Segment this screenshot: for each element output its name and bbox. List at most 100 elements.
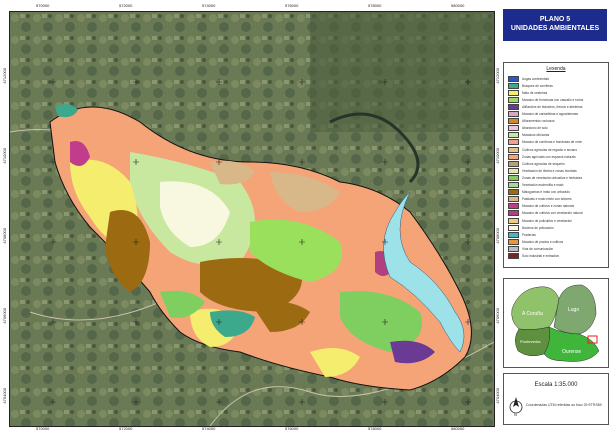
svg-text:N: N bbox=[514, 412, 517, 417]
legend-swatch bbox=[508, 125, 519, 132]
plan-number: PLANO 5 bbox=[539, 16, 571, 23]
tick-label-bottom: 576000 bbox=[285, 426, 299, 431]
legend-swatch bbox=[508, 146, 519, 153]
tick-label-top: 570000 bbox=[36, 3, 50, 8]
legend-swatch bbox=[508, 103, 519, 110]
legend-title: Lexenda bbox=[546, 66, 566, 72]
legend-label: Matogueiras e mato con arborado bbox=[522, 190, 570, 195]
legend-label: Mosaico de cultivos e zonas naturais bbox=[522, 204, 575, 209]
legend-swatch bbox=[508, 189, 519, 196]
legend-label: Zonas de vexetación arbustiva e herbácea bbox=[522, 175, 583, 180]
legend-item: Cultivos agrícolas de sequeiro bbox=[508, 160, 565, 167]
legend-label: Pastizais e mato mixto con árbores bbox=[522, 197, 572, 202]
legend-label: Bosques de coníferas bbox=[522, 83, 553, 88]
legend-swatch bbox=[508, 245, 519, 252]
legend-swatch bbox=[508, 111, 519, 117]
legend-item: Mosaico de cultivos con vexetación natur… bbox=[508, 210, 583, 217]
tick-label-bottom: 574000 bbox=[202, 426, 216, 431]
legend-label: Mosaicos silvícolas bbox=[522, 133, 550, 138]
legend-item: Solo industrial e extractivo bbox=[508, 253, 560, 259]
legend-label: Vexetación esclerófila e mato bbox=[522, 183, 564, 187]
legend-swatch bbox=[508, 118, 519, 125]
map-frame[interactable] bbox=[9, 11, 495, 427]
legend-item: Vexetación esclerófila e mato bbox=[508, 182, 564, 188]
scale-label: Escala 1:35.000 bbox=[534, 382, 578, 388]
tick-label-left: 4708000 bbox=[2, 228, 7, 244]
legend-item: Abandono de solo bbox=[508, 125, 548, 132]
legend-label: Mosaico de prados e cultivos bbox=[522, 239, 564, 244]
legend-item: Zonas de vexetación arbustiva e herbácea bbox=[508, 174, 583, 181]
legend-swatch bbox=[508, 167, 519, 174]
legend-item: Pastizais e mato mixto con árbores bbox=[508, 196, 572, 203]
tick-label-right: 4708000 bbox=[495, 228, 500, 244]
north-arrow-icon: N bbox=[509, 397, 523, 417]
tick-label-right: 4712000 bbox=[495, 68, 500, 84]
legend-swatch bbox=[508, 210, 519, 217]
legend-swatch bbox=[508, 217, 519, 224]
legend-label: Cultivos agrícolas de regadío e secano bbox=[522, 147, 578, 152]
legend-swatch bbox=[508, 238, 519, 245]
legend-swatch bbox=[508, 132, 519, 139]
legend-item: Mosaico de prados e cultivos bbox=[508, 238, 564, 245]
legend-swatch bbox=[508, 182, 519, 188]
legend-label: Cultivos agrícolas de sequeiro bbox=[522, 161, 565, 166]
legend-swatch bbox=[508, 224, 519, 231]
tick-label-left: 4712000 bbox=[2, 68, 7, 84]
legend-swatch bbox=[508, 153, 519, 160]
region-a-coruna bbox=[511, 286, 560, 330]
legend-swatch bbox=[508, 75, 519, 82]
locator-svg: A Coruña Lugo Pontevedra Ourense bbox=[511, 284, 600, 362]
legend-label: Solo industrial e extractivo bbox=[522, 254, 560, 258]
plan-title: PLANO 5 UNIDADES AMBIENTALES bbox=[503, 9, 607, 41]
tick-label-left: 4704000 bbox=[2, 388, 7, 404]
tick-label-right: 4704000 bbox=[495, 388, 500, 404]
legend-label: Vías de comunicación bbox=[522, 246, 554, 251]
legend-item: Bosques de coníferas bbox=[508, 82, 553, 89]
legend-item: Mosaicos silvícolas bbox=[508, 132, 550, 139]
tick-label-top: 572000 bbox=[119, 3, 133, 8]
legend-swatch bbox=[508, 160, 519, 167]
legend-label: Zonas agrícolas con espazos naturais bbox=[522, 154, 576, 159]
legend-item: Afloramentos rochosos bbox=[508, 118, 555, 125]
legend-item: Praderías bbox=[508, 231, 536, 238]
legend-item: Aliñacións de bidueiros, freixos e abele… bbox=[508, 103, 582, 110]
legend-swatch bbox=[508, 174, 519, 181]
tick-label-top: 580000 bbox=[451, 3, 465, 8]
legend-item: Cultivos agrícolas de regadío e secano bbox=[508, 146, 578, 153]
plan-subtitle: UNIDADES AMBIENTALES bbox=[510, 25, 600, 32]
tick-label-top: 576000 bbox=[285, 3, 299, 8]
tick-label-bottom: 570000 bbox=[36, 426, 50, 431]
legend-label: Vexetación de ribeira e zonas húmidas bbox=[522, 168, 577, 173]
tick-label-bottom: 578000 bbox=[368, 426, 382, 431]
tick-label-bottom: 580000 bbox=[451, 426, 465, 431]
legend-label: Augas continentais bbox=[522, 76, 549, 81]
legend-panel: Lexenda Augas continentais Bosques de con… bbox=[503, 62, 609, 268]
dark-forest-area bbox=[310, 12, 494, 132]
legend-swatch bbox=[508, 203, 519, 210]
legend-item: Matogueiras e mato con arborado bbox=[508, 189, 570, 196]
legend-item: Mosaico de policultivo e vexetación bbox=[508, 217, 572, 224]
legend-swatch bbox=[508, 89, 519, 96]
legend-item: Mato de xesteiras bbox=[508, 89, 548, 96]
legend-item: Vías de comunicación bbox=[508, 245, 554, 252]
legend-label: Mosaico de policultivo e vexetación bbox=[522, 218, 572, 223]
legend-swatch bbox=[508, 96, 519, 103]
legend-swatch bbox=[508, 231, 519, 238]
locator-map: A Coruña Lugo Pontevedra Ourense bbox=[503, 278, 609, 368]
tick-label-top: 578000 bbox=[368, 3, 382, 8]
legend-label: Abandono de solo bbox=[522, 126, 548, 131]
label-a-coruna: A Coruña bbox=[522, 311, 543, 317]
legend-label: Afloramentos rochosos bbox=[522, 119, 555, 124]
tick-label-left: 4706000 bbox=[2, 308, 7, 324]
tick-label-top: 574000 bbox=[202, 3, 216, 8]
legend-swatch bbox=[508, 196, 519, 203]
legend-item: Vexetación de ribeira e zonas húmidas bbox=[508, 167, 577, 174]
legend-item: Zonas agrícolas con espazos naturais bbox=[508, 153, 576, 160]
legend-item: Núcleos de poboación bbox=[508, 224, 554, 231]
legend-label: Mato de xesteiras bbox=[522, 90, 548, 95]
tick-label-left: 4710000 bbox=[2, 148, 7, 164]
legend-item: Mosaico de frondosas con cascallo e roch… bbox=[508, 96, 583, 103]
legend-label: Mosaico de coníferas e frondosas de orix… bbox=[522, 140, 583, 145]
coordinate-note: Coordenadas UTM referidas ao fuso 29 ETR… bbox=[526, 403, 602, 407]
legend-swatch bbox=[508, 139, 519, 146]
